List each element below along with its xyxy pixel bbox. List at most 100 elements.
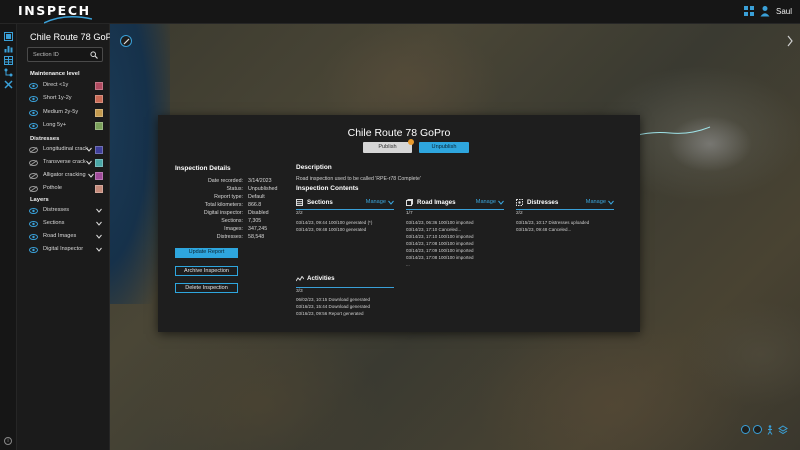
legend-item-short[interactable]: Short 1y-2y — [29, 94, 109, 104]
detail-value: 347,245 — [248, 226, 268, 232]
road-images-manage-link[interactable]: Manage — [476, 199, 496, 205]
chevron-down-icon[interactable] — [86, 147, 92, 152]
eye-off-icon[interactable] — [29, 186, 38, 192]
detail-key: Status: — [226, 186, 244, 192]
eye-off-icon[interactable] — [29, 160, 38, 166]
detail-key: Digital inspector: — [203, 210, 243, 216]
map-view-icon[interactable] — [4, 32, 13, 41]
publish-warning-badge — [408, 139, 414, 145]
detail-key: Date recorded: — [207, 178, 243, 184]
legend-label: Long 5y+ — [43, 122, 67, 128]
user-name[interactable]: Saul — [776, 7, 792, 16]
layer-digital-inspector[interactable]: Digital Inspector — [29, 245, 109, 255]
legend-item-long[interactable]: Long 5y+ — [29, 121, 109, 131]
distresses-manage-link[interactable]: Manage — [586, 199, 606, 205]
search-icon[interactable] — [90, 51, 98, 59]
color-swatch — [95, 185, 103, 193]
compass-button[interactable] — [753, 425, 762, 434]
legend-item-pothole[interactable]: Pothole — [29, 184, 109, 194]
layer-distresses[interactable]: Distresses — [29, 206, 109, 216]
delete-inspection-button[interactable]: Delete Inspection — [175, 283, 238, 293]
layer-label: Sections — [43, 220, 65, 226]
workflow-icon[interactable] — [4, 68, 13, 77]
road-images-entry: 03/14/23, 17:10 Canceled... — [406, 227, 462, 232]
chart-icon[interactable] — [4, 44, 13, 53]
apps-grid-icon[interactable] — [743, 6, 754, 16]
road-images-more: ... — [406, 262, 410, 267]
inspection-modal: Chile Route 78 GoPro Publish Unpublish I… — [158, 115, 640, 332]
left-rail: i — [0, 24, 17, 450]
color-swatch — [95, 146, 103, 154]
detail-value: 7,305 — [248, 218, 262, 224]
detail-value: 866.8 — [248, 202, 262, 208]
layer-sections[interactable]: Sections — [29, 219, 109, 229]
activity-entry: 03/16/23, 15:44 Download generated — [296, 304, 371, 309]
detail-value: Default — [248, 194, 265, 200]
inspection-title: Chile Route 78 GoPro — [30, 32, 120, 42]
zoom-control-button[interactable] — [741, 425, 750, 434]
archive-inspection-button[interactable]: Archive Inspection — [175, 266, 238, 276]
chevron-down-icon[interactable] — [96, 247, 102, 252]
detail-row: Distresses: 58,548 — [175, 234, 325, 242]
chevron-down-icon[interactable] — [96, 221, 102, 226]
chevron-down-icon[interactable] — [88, 173, 94, 178]
legend-label: Direct <1y — [43, 82, 69, 88]
eye-icon[interactable] — [29, 96, 38, 102]
legend-item-alligator-cracking[interactable]: Alligator cracking — [29, 171, 109, 181]
unpublish-button[interactable]: Unpublish — [419, 142, 469, 153]
chevron-down-icon[interactable] — [388, 200, 394, 205]
eye-off-icon[interactable] — [29, 173, 38, 179]
chevron-down-icon[interactable] — [498, 200, 504, 205]
eye-icon[interactable] — [29, 123, 38, 129]
layers-map-icon[interactable] — [778, 425, 788, 435]
distresses-entry: 03/15/23, 09:48 Canceled... — [516, 227, 572, 232]
color-swatch — [95, 159, 103, 167]
table-icon[interactable] — [4, 56, 13, 65]
edit-map-button[interactable] — [120, 35, 132, 47]
info-icon[interactable]: i — [4, 437, 12, 445]
legend-item-transverse-crack[interactable]: Transverse crack — [29, 158, 109, 168]
sections-entry: 03/14/23, 09:48 100/100 generated — [296, 227, 367, 232]
chevron-down-icon[interactable] — [86, 160, 92, 165]
chevron-down-icon[interactable] — [96, 208, 102, 213]
eye-icon[interactable] — [29, 208, 38, 214]
legend-item-direct[interactable]: Direct <1y — [29, 81, 109, 91]
update-report-button[interactable]: Update Report — [175, 248, 238, 258]
chevron-down-icon[interactable] — [96, 234, 102, 239]
road-images-entry: 03/14/23, 17:09 100/100 imported — [406, 248, 474, 253]
color-swatch — [95, 122, 103, 130]
tools-icon[interactable] — [4, 80, 13, 89]
sections-title: Sections — [307, 199, 333, 206]
chevron-down-icon[interactable] — [608, 200, 614, 205]
eye-icon[interactable] — [29, 234, 38, 240]
road-images-entry: 03/14/23, 17:08 100/100 imported — [406, 241, 474, 246]
divider — [516, 209, 614, 210]
section-id-input[interactable] — [33, 50, 89, 60]
eye-icon[interactable] — [29, 221, 38, 227]
legend-item-longitudinal-crack[interactable]: Longitudinal crack — [29, 145, 109, 155]
detail-key: Total kilometers: — [204, 202, 243, 208]
legend-item-medium[interactable]: Medium 2y-5y — [29, 108, 109, 118]
legend-label: Medium 2y-5y — [43, 109, 79, 115]
eye-off-icon[interactable] — [29, 147, 38, 153]
detail-key: Sections: — [221, 218, 243, 224]
panel-toggle-icon[interactable] — [786, 35, 794, 47]
user-icon[interactable] — [760, 5, 770, 17]
publish-button[interactable]: Publish — [363, 142, 412, 153]
topbar-user-area: Saul — [743, 5, 792, 17]
sections-manage-link[interactable]: Manage — [366, 199, 386, 205]
road-images-entry: 03/14/23, 17:10 100/100 imported — [406, 234, 474, 239]
detail-value: 58,548 — [248, 234, 265, 240]
eye-icon[interactable] — [29, 110, 38, 116]
eye-icon[interactable] — [29, 247, 38, 253]
road-images-count: 1/7 — [406, 211, 413, 216]
detail-value: Disabled — [248, 210, 269, 216]
maintenance-heading: Maintenance level — [30, 71, 80, 77]
contents-title: Inspection Contents — [296, 185, 359, 192]
eye-icon[interactable] — [29, 83, 38, 89]
modal-title: Chile Route 78 GoPro — [347, 127, 451, 139]
pencil-icon — [123, 38, 130, 45]
pedestrian-icon[interactable] — [766, 425, 774, 435]
layer-road-images[interactable]: Road Images — [29, 232, 109, 242]
road-images-entry: 03/14/23, 06:36 100/100 imported — [406, 220, 474, 225]
